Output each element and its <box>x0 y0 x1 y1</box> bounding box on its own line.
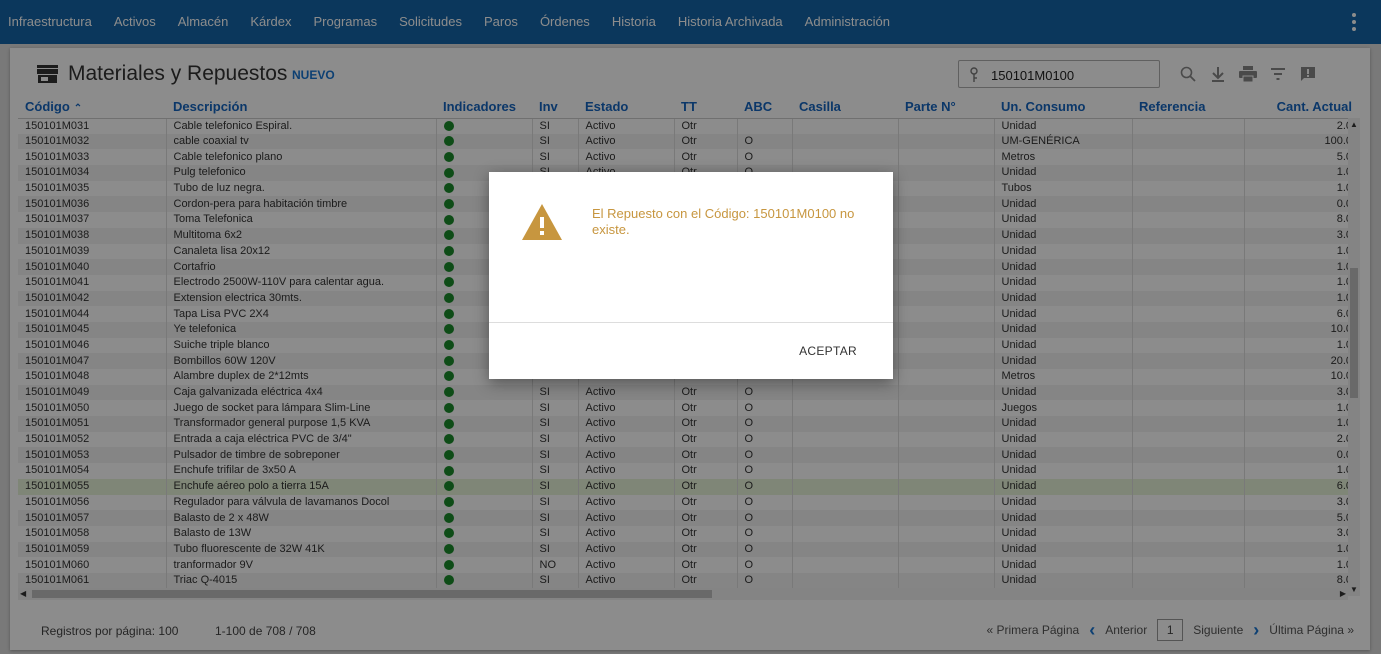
alert-dialog: El Repuesto con el Código: 150101M0100 n… <box>489 172 893 379</box>
dialog-divider <box>489 322 893 323</box>
accept-button[interactable]: ACEPTAR <box>799 344 857 358</box>
dialog-message: El Repuesto con el Código: 150101M0100 n… <box>592 206 855 237</box>
warning-icon <box>522 204 562 240</box>
